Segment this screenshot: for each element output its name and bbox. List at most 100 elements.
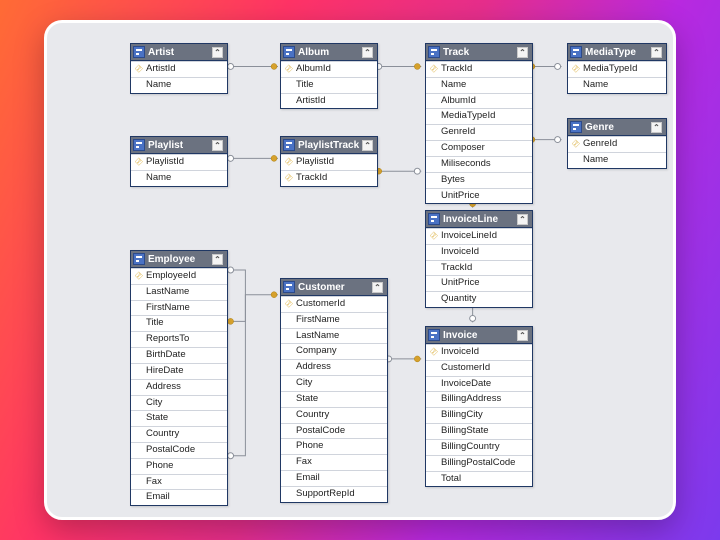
column-row[interactable]: Address — [281, 359, 387, 375]
primary-key-icon: ⚿ — [428, 347, 438, 358]
column-row[interactable]: GenreId — [426, 124, 532, 140]
column-row[interactable]: InvoiceDate — [426, 376, 532, 392]
column-row[interactable]: BirthDate — [131, 347, 227, 363]
column-row[interactable]: City — [281, 375, 387, 391]
collapse-icon[interactable]: ⌃ — [651, 122, 662, 133]
column-row[interactable]: AlbumId — [426, 93, 532, 109]
table-invoice[interactable]: Invoice⌃⚿InvoiceIdCustomerIdInvoiceDateB… — [425, 326, 533, 487]
table-playlist[interactable]: Playlist⌃⚿PlaylistIdName — [130, 136, 228, 187]
table-invoiceline[interactable]: InvoiceLine⌃⚿InvoiceLineIdInvoiceIdTrack… — [425, 210, 533, 308]
collapse-icon[interactable]: ⌃ — [212, 254, 223, 265]
table-header[interactable]: Album⌃ — [281, 44, 377, 61]
column-row[interactable]: Email — [131, 489, 227, 505]
column-row[interactable]: Bytes — [426, 172, 532, 188]
column-row[interactable]: ⚿InvoiceLineId — [426, 228, 532, 244]
column-row[interactable]: Company — [281, 343, 387, 359]
column-row[interactable]: MediaTypeId — [426, 108, 532, 124]
table-header[interactable]: Employee⌃ — [131, 251, 227, 268]
column-row[interactable]: ⚿TrackId — [281, 170, 377, 186]
column-row[interactable]: ⚿PlaylistId — [281, 154, 377, 170]
column-row[interactable]: TrackId — [426, 260, 532, 276]
column-row[interactable]: UnitPrice — [426, 188, 532, 204]
column-row[interactable]: Name — [131, 77, 227, 93]
collapse-icon[interactable]: ⌃ — [517, 214, 528, 225]
table-playlisttrack[interactable]: PlaylistTrack⌃⚿PlaylistId⚿TrackId — [280, 136, 378, 187]
column-row[interactable]: Quantity — [426, 291, 532, 307]
collapse-icon[interactable]: ⌃ — [212, 140, 223, 151]
column-row[interactable]: LastName — [131, 284, 227, 300]
column-row[interactable]: UnitPrice — [426, 275, 532, 291]
column-row[interactable]: Name — [568, 77, 666, 93]
column-row[interactable]: City — [131, 395, 227, 411]
column-row[interactable]: Composer — [426, 140, 532, 156]
column-row[interactable]: ⚿CustomerId — [281, 296, 387, 312]
table-artist[interactable]: Artist⌃⚿ArtistIdName — [130, 43, 228, 94]
column-row[interactable]: BillingAddress — [426, 391, 532, 407]
column-row[interactable]: Address — [131, 379, 227, 395]
column-row[interactable]: Miliseconds — [426, 156, 532, 172]
table-header[interactable]: Playlist⌃ — [131, 137, 227, 154]
column-name: Address — [296, 361, 331, 374]
table-mediatype[interactable]: MediaType⌃⚿MediaTypeIdName — [567, 43, 667, 94]
column-row[interactable]: Name — [568, 152, 666, 168]
column-row[interactable]: Title — [131, 315, 227, 331]
column-row[interactable]: ⚿InvoiceId — [426, 344, 532, 360]
table-header[interactable]: PlaylistTrack⌃ — [281, 137, 377, 154]
table-header[interactable]: Track⌃ — [426, 44, 532, 61]
table-header[interactable]: MediaType⌃ — [568, 44, 666, 61]
column-row[interactable]: FirstName — [281, 312, 387, 328]
table-header[interactable]: Customer⌃ — [281, 279, 387, 296]
column-row[interactable]: State — [131, 410, 227, 426]
column-row[interactable]: ⚿GenreId — [568, 136, 666, 152]
table-album[interactable]: Album⌃⚿AlbumIdTitleArtistId — [280, 43, 378, 109]
table-header[interactable]: Genre⌃ — [568, 119, 666, 136]
column-row[interactable]: Phone — [131, 458, 227, 474]
column-row[interactable]: FirstName — [131, 300, 227, 316]
column-row[interactable]: ⚿TrackId — [426, 61, 532, 77]
collapse-icon[interactable]: ⌃ — [651, 47, 662, 58]
table-header[interactable]: Artist⌃ — [131, 44, 227, 61]
column-row[interactable]: BillingPostalCode — [426, 455, 532, 471]
table-genre[interactable]: Genre⌃⚿GenreIdName — [567, 118, 667, 169]
column-row[interactable]: ReportsTo — [131, 331, 227, 347]
column-row[interactable]: ⚿ArtistId — [131, 61, 227, 77]
column-row[interactable]: Name — [131, 170, 227, 186]
column-row[interactable]: ⚿MediaTypeId — [568, 61, 666, 77]
collapse-icon[interactable]: ⌃ — [372, 282, 383, 293]
collapse-icon[interactable]: ⌃ — [517, 47, 528, 58]
column-row[interactable]: Fax — [131, 474, 227, 490]
column-row[interactable]: ⚿AlbumId — [281, 61, 377, 77]
column-row[interactable]: PostalCode — [281, 423, 387, 439]
column-row[interactable]: BillingCity — [426, 407, 532, 423]
column-row[interactable]: HireDate — [131, 363, 227, 379]
collapse-icon[interactable]: ⌃ — [517, 330, 528, 341]
table-header[interactable]: InvoiceLine⌃ — [426, 211, 532, 228]
table-header[interactable]: Invoice⌃ — [426, 327, 532, 344]
collapse-icon[interactable]: ⌃ — [362, 47, 373, 58]
table-customer[interactable]: Customer⌃⚿CustomerIdFirstNameLastNameCom… — [280, 278, 388, 503]
column-row[interactable]: BillingState — [426, 423, 532, 439]
column-row[interactable]: Fax — [281, 454, 387, 470]
table-track[interactable]: Track⌃⚿TrackIdNameAlbumIdMediaTypeIdGenr… — [425, 43, 533, 204]
column-row[interactable]: Email — [281, 470, 387, 486]
column-row[interactable]: PostalCode — [131, 442, 227, 458]
column-row[interactable]: InvoiceId — [426, 244, 532, 260]
column-row[interactable]: State — [281, 391, 387, 407]
column-row[interactable]: Total — [426, 471, 532, 487]
collapse-icon[interactable]: ⌃ — [362, 140, 373, 151]
diagram-canvas[interactable]: Artist⌃⚿ArtistIdNameAlbum⌃⚿AlbumIdTitleA… — [44, 20, 676, 520]
collapse-icon[interactable]: ⌃ — [212, 47, 223, 58]
column-row[interactable]: ⚿PlaylistId — [131, 154, 227, 170]
column-row[interactable]: Country — [131, 426, 227, 442]
table-employee[interactable]: Employee⌃⚿EmployeeIdLastNameFirstNameTit… — [130, 250, 228, 506]
column-row[interactable]: LastName — [281, 328, 387, 344]
column-row[interactable]: Country — [281, 407, 387, 423]
column-row[interactable]: SupportRepId — [281, 486, 387, 502]
column-row[interactable]: Phone — [281, 438, 387, 454]
column-row[interactable]: CustomerId — [426, 360, 532, 376]
column-row[interactable]: ArtistId — [281, 93, 377, 109]
column-row[interactable]: ⚿EmployeeId — [131, 268, 227, 284]
column-row[interactable]: BillingCountry — [426, 439, 532, 455]
column-row[interactable]: Title — [281, 77, 377, 93]
column-row[interactable]: Name — [426, 77, 532, 93]
